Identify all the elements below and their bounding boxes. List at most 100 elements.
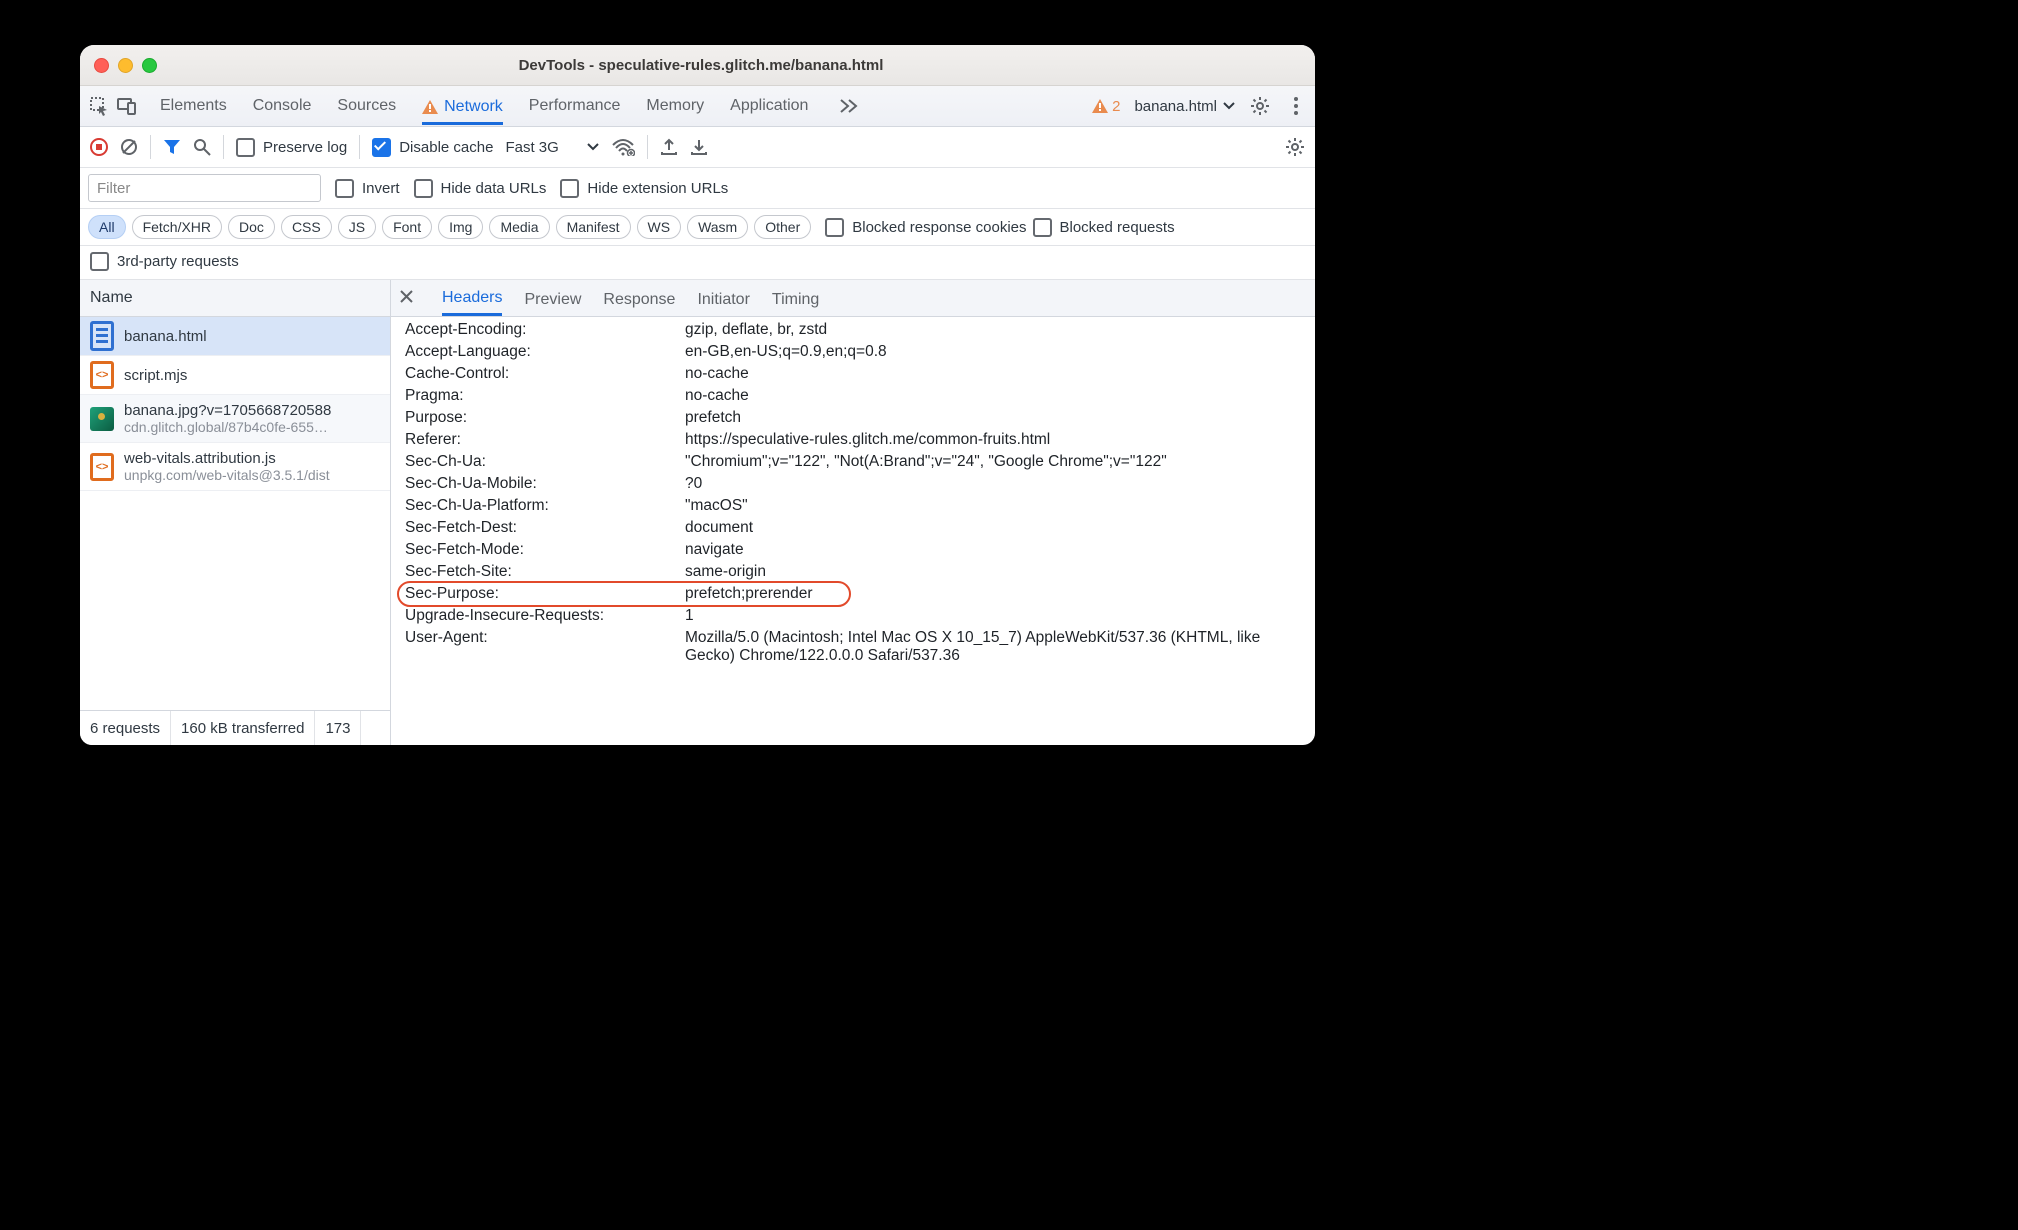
record-button[interactable]	[90, 138, 108, 156]
filter-icon[interactable]	[163, 139, 181, 155]
request-name: banana.jpg?v=1705668720588	[124, 402, 331, 419]
request-row[interactable]: <>web-vitals.attribution.jsunpkg.com/web…	[80, 443, 390, 491]
tab-application[interactable]: Application	[730, 97, 808, 115]
header-name: Referer:	[405, 431, 685, 449]
throttle-select[interactable]: Fast 3G	[505, 139, 598, 156]
pill-img[interactable]: Img	[438, 215, 483, 239]
header-value: no-cache	[685, 387, 1303, 405]
request-row[interactable]: banana.html	[80, 317, 390, 356]
tab-console[interactable]: Console	[253, 97, 312, 115]
settings-icon[interactable]	[1249, 96, 1271, 116]
inspect-icon[interactable]	[88, 96, 110, 116]
tab-sources[interactable]: Sources	[337, 97, 396, 115]
request-name: banana.html	[124, 328, 207, 345]
filter-row: Filter Invert Hide data URLs Hide extens…	[80, 168, 1315, 209]
close-detail-icon[interactable]	[399, 289, 414, 308]
preserve-log-checkbox[interactable]: Preserve log	[236, 138, 347, 157]
tab-performance[interactable]: Performance	[529, 97, 621, 115]
detail-tab-preview[interactable]: Preview	[524, 291, 581, 315]
header-value: prefetch	[685, 409, 1303, 427]
minimize-window-icon[interactable]	[118, 58, 133, 73]
detail-tab-response[interactable]: Response	[603, 291, 675, 315]
zoom-window-icon[interactable]	[142, 58, 157, 73]
hide-data-urls-checkbox[interactable]: Hide data URLs	[414, 179, 547, 198]
clear-button[interactable]	[120, 138, 138, 156]
blocked-response-cookies-checkbox[interactable]: Blocked response cookies	[825, 218, 1026, 237]
header-row: Sec-Ch-Ua-Mobile:?0	[405, 473, 1303, 495]
header-row: Sec-Fetch-Dest:document	[405, 517, 1303, 539]
tab-elements[interactable]: Elements	[160, 97, 227, 115]
import-har-icon[interactable]	[690, 138, 708, 156]
checkbox-icon	[236, 138, 255, 157]
third-party-checkbox[interactable]: 3rd-party requests	[90, 252, 1305, 271]
target-selector[interactable]: banana.html	[1134, 98, 1235, 115]
breq-label: Blocked requests	[1060, 219, 1175, 236]
header-name: Cache-Control:	[405, 365, 685, 383]
pill-all[interactable]: All	[88, 215, 126, 239]
brc-label: Blocked response cookies	[852, 219, 1026, 236]
request-list-pane: Name banana.html<>script.mjsbanana.jpg?v…	[80, 280, 391, 745]
header-value: prefetch;prerender	[685, 585, 1303, 603]
pill-wasm[interactable]: Wasm	[687, 215, 748, 239]
invert-label: Invert	[362, 180, 400, 197]
issues-counter[interactable]: 2	[1092, 98, 1120, 115]
traffic-lights	[94, 58, 157, 73]
script-icon: <>	[90, 363, 114, 387]
request-domain: cdn.glitch.global/87b4c0fe-655…	[124, 419, 331, 435]
request-row[interactable]: banana.jpg?v=1705668720588cdn.glitch.glo…	[80, 395, 390, 443]
network-split: Name banana.html<>script.mjsbanana.jpg?v…	[80, 280, 1315, 745]
pill-fetch[interactable]: Fetch/XHR	[132, 215, 222, 239]
request-list: banana.html<>script.mjsbanana.jpg?v=1705…	[80, 317, 390, 710]
detail-tab-headers[interactable]: Headers	[442, 289, 502, 316]
hide-extension-urls-checkbox[interactable]: Hide extension URLs	[560, 179, 728, 198]
pill-manifest[interactable]: Manifest	[556, 215, 631, 239]
hide-ext-urls-label: Hide extension URLs	[587, 180, 728, 197]
transferred-size: 160 kB transferred	[171, 711, 315, 745]
pill-other[interactable]: Other	[754, 215, 811, 239]
image-thumb-icon	[90, 407, 114, 431]
panel-tab-list: Elements Console Sources Network Perform…	[160, 97, 860, 115]
filter-input[interactable]: Filter	[88, 174, 321, 202]
chevron-down-icon	[587, 143, 599, 151]
header-value: same-origin	[685, 563, 1303, 581]
pill-doc[interactable]: Doc	[228, 215, 275, 239]
pill-font[interactable]: Font	[382, 215, 432, 239]
disable-cache-checkbox[interactable]: Disable cache	[372, 138, 493, 157]
tab-memory[interactable]: Memory	[646, 97, 704, 115]
detail-tab-timing[interactable]: Timing	[772, 291, 819, 315]
header-value: document	[685, 519, 1303, 537]
disable-cache-label: Disable cache	[399, 139, 493, 156]
search-icon[interactable]	[193, 138, 211, 156]
header-name: Purpose:	[405, 409, 685, 427]
header-row: Sec-Ch-Ua-Platform:"macOS"	[405, 495, 1303, 517]
close-window-icon[interactable]	[94, 58, 109, 73]
more-tabs-icon[interactable]	[838, 99, 860, 113]
window-title: DevTools - speculative-rules.glitch.me/b…	[157, 57, 1245, 74]
pill-media[interactable]: Media	[489, 215, 549, 239]
pill-ws[interactable]: WS	[637, 215, 682, 239]
header-row: Referer:https://speculative-rules.glitch…	[405, 429, 1303, 451]
header-value: https://speculative-rules.glitch.me/comm…	[685, 431, 1303, 449]
devtools-window: DevTools - speculative-rules.glitch.me/b…	[80, 45, 1315, 745]
header-name: Sec-Purpose:	[405, 585, 685, 603]
pill-js[interactable]: JS	[338, 215, 376, 239]
export-har-icon[interactable]	[660, 138, 678, 156]
network-conditions-icon[interactable]	[611, 138, 635, 156]
chevron-down-icon	[1223, 102, 1235, 110]
more-icon[interactable]	[1285, 96, 1307, 116]
tab-network[interactable]: Network	[422, 98, 503, 125]
header-value: ?0	[685, 475, 1303, 493]
pill-css[interactable]: CSS	[281, 215, 332, 239]
throttle-label: Fast 3G	[505, 139, 558, 156]
invert-checkbox[interactable]: Invert	[335, 179, 400, 198]
network-settings-icon[interactable]	[1285, 137, 1305, 157]
device-toolbar-icon[interactable]	[116, 97, 138, 115]
header-value: 1	[685, 607, 1303, 625]
blocked-requests-checkbox[interactable]: Blocked requests	[1033, 218, 1175, 237]
header-name: Sec-Fetch-Dest:	[405, 519, 685, 537]
request-row[interactable]: <>script.mjs	[80, 356, 390, 395]
request-domain: unpkg.com/web-vitals@3.5.1/dist	[124, 467, 330, 483]
header-name: Sec-Ch-Ua-Platform:	[405, 497, 685, 515]
name-column-header[interactable]: Name	[80, 280, 390, 317]
detail-tab-initiator[interactable]: Initiator	[697, 291, 749, 315]
